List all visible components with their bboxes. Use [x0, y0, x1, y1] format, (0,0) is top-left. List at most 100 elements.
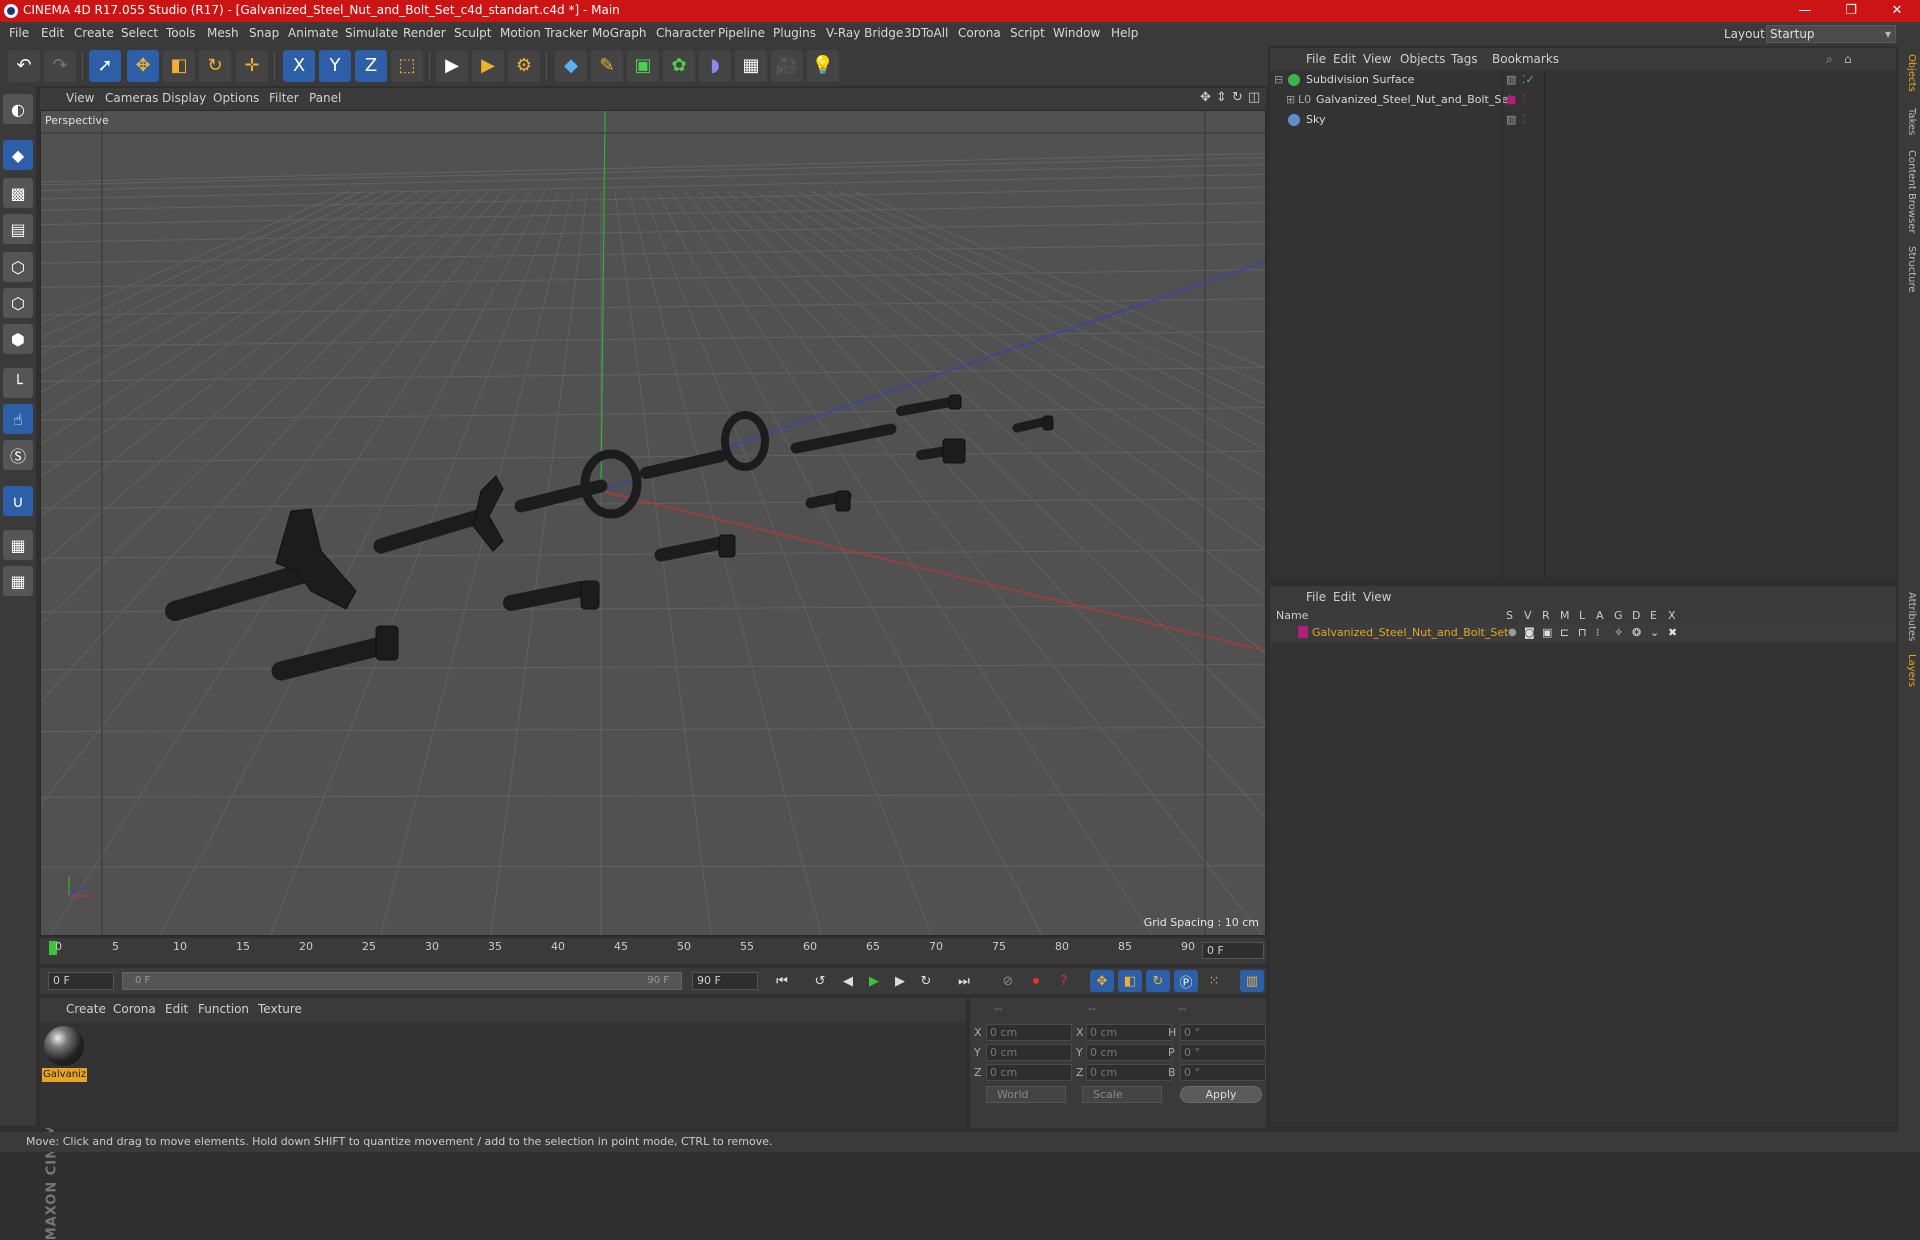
- coord-system-dropdown[interactable]: World: [986, 1086, 1066, 1103]
- position-x-field[interactable]: 0 cm: [986, 1024, 1072, 1041]
- menu-edit[interactable]: Edit: [41, 26, 64, 40]
- object-row[interactable]: Sky ▨ ⁚: [1270, 110, 1896, 130]
- menu-help[interactable]: Help: [1111, 26, 1138, 40]
- om-menu-tags[interactable]: Tags: [1451, 52, 1478, 66]
- model-mode-icon[interactable]: ◆: [3, 140, 33, 170]
- viewport-menu-options[interactable]: Options: [213, 91, 259, 105]
- rotation-h-field[interactable]: 0 °: [1180, 1024, 1266, 1041]
- tab-layers[interactable]: Layers: [1901, 654, 1917, 687]
- viewport-menu-view[interactable]: View: [66, 91, 94, 105]
- timeline-window-icon[interactable]: ▥: [1240, 970, 1264, 992]
- minimize-button[interactable]: —: [1782, 0, 1828, 22]
- frame-range-slider[interactable]: 0 F 90 F: [122, 972, 682, 990]
- layer-color-icon[interactable]: ■: [1506, 93, 1516, 106]
- enabled-check-icon[interactable]: ⁚✓: [1522, 73, 1535, 86]
- layer-color-swatch[interactable]: [1298, 626, 1308, 638]
- expand-icon[interactable]: ⊟: [1274, 73, 1283, 86]
- om-search-icon[interactable]: ⌕: [1826, 52, 1833, 67]
- size-z-field[interactable]: 0 cm: [1086, 1064, 1172, 1081]
- key-scale-icon[interactable]: ◧: [1118, 970, 1142, 992]
- material-menu-texture[interactable]: Texture: [258, 1002, 302, 1016]
- menu-script[interactable]: Script: [1010, 26, 1045, 40]
- menu-mograph[interactable]: MoGraph: [592, 26, 647, 40]
- play-icon[interactable]: ▶: [862, 970, 886, 992]
- light-icon[interactable]: 💡: [807, 50, 839, 82]
- position-y-field[interactable]: 0 cm: [986, 1044, 1072, 1061]
- material-menu-function[interactable]: Function: [198, 1002, 249, 1016]
- om-menu-bookmarks[interactable]: Bookmarks: [1492, 52, 1559, 66]
- menu-pipeline[interactable]: Pipeline: [718, 26, 765, 40]
- rotation-p-field[interactable]: 0 °: [1180, 1044, 1266, 1061]
- viewport-move-icon[interactable]: ✥: [1200, 90, 1211, 105]
- menu-file[interactable]: File: [9, 26, 29, 40]
- planar-workplane-icon[interactable]: ▦: [3, 566, 33, 596]
- timeline[interactable]: 0 5 10 15 20 25 30 35 40 45 50 55 60 65 …: [40, 938, 1266, 964]
- menu-tools[interactable]: Tools: [166, 26, 196, 40]
- scene-icon[interactable]: ▦: [735, 50, 767, 82]
- viewport-zoom-icon[interactable]: ⇕: [1216, 90, 1227, 105]
- edit-render-settings-icon[interactable]: ⚙: [508, 50, 540, 82]
- object-row[interactable]: ⊟ Subdivision Surface ▨ ⁚✓: [1270, 70, 1896, 90]
- rotation-b-field[interactable]: 0 °: [1180, 1064, 1266, 1081]
- menu-window[interactable]: Window: [1053, 26, 1100, 40]
- material-menu-create[interactable]: Create: [66, 1002, 106, 1016]
- key-rotation-icon[interactable]: ↻: [1146, 970, 1170, 992]
- deformer-icon[interactable]: ◗: [699, 50, 731, 82]
- layer-name[interactable]: Galvanized_Steel_Nut_and_Bolt_Set: [1312, 626, 1508, 639]
- next-key-icon[interactable]: ↻: [914, 970, 938, 992]
- viewport-menu-display[interactable]: Display: [162, 91, 206, 105]
- keyframe-selection-icon[interactable]: ?: [1052, 970, 1076, 992]
- sculpt-mode-icon[interactable]: ◐: [3, 94, 33, 124]
- menu-corona[interactable]: Corona: [958, 26, 1001, 40]
- menu-render[interactable]: Render: [403, 26, 446, 40]
- layout-select[interactable]: Startup: [1766, 25, 1896, 43]
- lock-toggle-icon[interactable]: ⊓: [1578, 626, 1587, 639]
- y-axis-icon[interactable]: Y: [319, 50, 351, 82]
- visibility-dots-icon[interactable]: ⁚: [1522, 113, 1526, 126]
- menu-sculpt[interactable]: Sculpt: [454, 26, 491, 40]
- om-menu-view[interactable]: View: [1363, 52, 1391, 66]
- object-name[interactable]: Subdivision Surface: [1306, 73, 1414, 86]
- move-icon[interactable]: ✥: [127, 50, 159, 82]
- cube-icon[interactable]: ◆: [555, 50, 587, 82]
- lm-menu-view[interactable]: View: [1363, 590, 1391, 604]
- coord-system-icon[interactable]: ⬚: [391, 50, 423, 82]
- tweak-mode-icon[interactable]: ☝: [3, 404, 33, 434]
- add-icon[interactable]: ✛: [236, 50, 268, 82]
- goto-start-icon[interactable]: ⏮: [770, 970, 794, 992]
- maximize-button[interactable]: ❐: [1828, 0, 1874, 22]
- snap-icon[interactable]: ∪: [3, 486, 33, 516]
- layer-row[interactable]: Galvanized_Steel_Nut_and_Bolt_Set ● ◙ ▣ …: [1270, 624, 1896, 642]
- manager-toggle-icon[interactable]: ⊏: [1560, 626, 1569, 639]
- xref-toggle-icon[interactable]: ✖: [1668, 626, 1677, 639]
- object-name[interactable]: Sky: [1306, 113, 1325, 126]
- menu-mesh[interactable]: Mesh: [207, 26, 239, 40]
- prev-frame-icon[interactable]: ◀: [836, 970, 860, 992]
- x-axis-icon[interactable]: X: [283, 50, 315, 82]
- axis-mode-icon[interactable]: └: [3, 368, 33, 398]
- material-menu-edit[interactable]: Edit: [165, 1002, 188, 1016]
- tab-attributes[interactable]: Attributes: [1901, 592, 1917, 641]
- menu-vray-bridge[interactable]: V-Ray Bridge: [826, 26, 903, 40]
- viewport-menu-filter[interactable]: Filter: [269, 91, 299, 105]
- end-frame-field[interactable]: 90 F: [692, 972, 758, 990]
- om-home-icon[interactable]: ⌂: [1844, 52, 1852, 66]
- rotate-icon[interactable]: ↻: [199, 50, 231, 82]
- animation-toggle-icon[interactable]: ⁝: [1596, 626, 1600, 639]
- visibility-dots-icon[interactable]: ▨: [1506, 73, 1516, 86]
- autokey-icon[interactable]: ⏺: [1024, 970, 1048, 992]
- visible-toggle-icon[interactable]: ◙: [1524, 626, 1535, 639]
- solo-icon[interactable]: Ⓢ: [3, 440, 33, 470]
- start-frame-field[interactable]: 0 F: [48, 972, 114, 990]
- coord-size-dropdown[interactable]: Scale: [1082, 1086, 1162, 1103]
- position-z-field[interactable]: 0 cm: [986, 1064, 1072, 1081]
- visibility-dots-icon[interactable]: ⁚: [1522, 93, 1526, 106]
- lm-menu-file[interactable]: File: [1306, 590, 1326, 604]
- goto-end-icon[interactable]: ⏭: [952, 970, 976, 992]
- texture-mode-icon[interactable]: ▩: [3, 178, 33, 208]
- locked-workplane-icon[interactable]: ▦: [3, 530, 33, 560]
- key-pla-icon[interactable]: ⁙: [1202, 970, 1226, 992]
- menu-character[interactable]: Character: [656, 26, 715, 40]
- visibility-dots-icon[interactable]: ▨: [1506, 113, 1516, 126]
- lm-menu-edit[interactable]: Edit: [1333, 590, 1356, 604]
